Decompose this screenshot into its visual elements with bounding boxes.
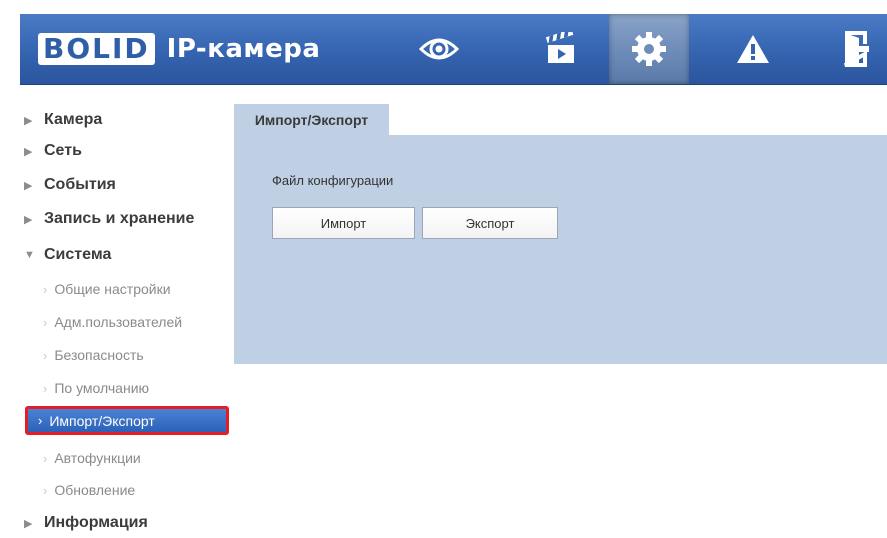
brand: BOLID IP-камера — [38, 30, 320, 68]
sidebar-item-import-export[interactable]: › Импорт/Экспорт — [25, 406, 229, 435]
nav-live-view[interactable] — [406, 14, 472, 84]
sidebar-item-label: Безопасность — [54, 347, 144, 363]
sidebar-item-camera[interactable]: ▶ Камера — [20, 105, 235, 135]
sidebar-item-general-settings[interactable]: › Общие настройки — [20, 274, 235, 304]
chevron-right-icon: › — [43, 482, 48, 498]
expand-arrow-icon: ▶ — [24, 213, 33, 226]
chevron-right-icon: › — [43, 281, 48, 297]
sidebar-item-defaults[interactable]: › По умолчанию — [20, 373, 235, 403]
nav-alarm[interactable] — [720, 14, 786, 84]
sidebar-item-label: Автофункции — [54, 450, 141, 466]
app-title: IP-камера — [166, 34, 321, 64]
import-button[interactable]: Импорт — [272, 207, 415, 239]
exit-door-icon — [844, 31, 869, 67]
logo-text: BOLID — [43, 32, 150, 65]
sidebar-item-label: Система — [44, 246, 112, 263]
sidebar-item-label: Обновление — [54, 482, 136, 498]
chevron-right-icon: › — [43, 380, 48, 396]
sidebar-item-recording-storage[interactable]: ▶ Запись и хранение — [20, 204, 235, 234]
sidebar-item-network[interactable]: ▶ Сеть — [20, 136, 235, 166]
sidebar-item-label: Запись и хранение — [44, 210, 195, 227]
sidebar-item-system[interactable]: ▼ Система — [20, 240, 235, 270]
sidebar-item-events[interactable]: ▶ События — [20, 170, 235, 200]
sidebar-item-auto-functions[interactable]: › Автофункции — [20, 443, 235, 473]
tab-bar-background — [389, 104, 887, 135]
collapse-arrow-icon: ▼ — [24, 249, 35, 261]
sidebar-item-label: Сеть — [44, 142, 82, 159]
eye-icon — [419, 38, 459, 60]
sidebar-item-label: Адм.пользователей — [54, 314, 183, 330]
bolid-logo: BOLID — [38, 33, 155, 65]
sidebar-item-label: Информация — [44, 514, 148, 531]
sidebar-item-label: Камера — [44, 111, 103, 128]
config-file-label: Файл конфигурации — [272, 173, 394, 188]
expand-arrow-icon: ▶ — [24, 114, 33, 127]
sidebar-item-label: По умолчанию — [54, 380, 150, 396]
warning-icon — [737, 35, 769, 63]
sidebar-item-information[interactable]: ▶ Информация — [20, 508, 235, 538]
sidebar-item-user-admin[interactable]: › Адм.пользователей — [20, 307, 235, 337]
nav-logout[interactable] — [825, 14, 887, 84]
content-panel: Файл конфигурации Импорт Экспорт — [234, 135, 887, 364]
chevron-right-icon: › — [38, 413, 43, 428]
sidebar-item-security[interactable]: › Безопасность — [20, 340, 235, 370]
tab-import-export[interactable]: Импорт/Экспорт — [234, 104, 389, 135]
clapperboard-icon — [545, 32, 574, 63]
chevron-right-icon: › — [43, 314, 48, 330]
sidebar-item-update[interactable]: › Обновление — [20, 475, 235, 505]
sidebar-item-label: Общие настройки — [54, 281, 171, 297]
nav-playback[interactable] — [528, 14, 594, 84]
sidebar-item-label: События — [44, 176, 116, 193]
expand-arrow-icon: ▶ — [24, 145, 33, 158]
gear-icon — [632, 32, 666, 66]
expand-arrow-icon: ▶ — [24, 517, 33, 530]
nav-settings[interactable] — [609, 14, 689, 84]
expand-arrow-icon: ▶ — [24, 179, 33, 192]
top-header: BOLID IP-камера — [20, 14, 887, 85]
chevron-right-icon: › — [43, 347, 48, 363]
export-button[interactable]: Экспорт — [422, 207, 558, 239]
sidebar-item-label: Импорт/Экспорт — [49, 412, 155, 429]
chevron-right-icon: › — [43, 450, 48, 466]
